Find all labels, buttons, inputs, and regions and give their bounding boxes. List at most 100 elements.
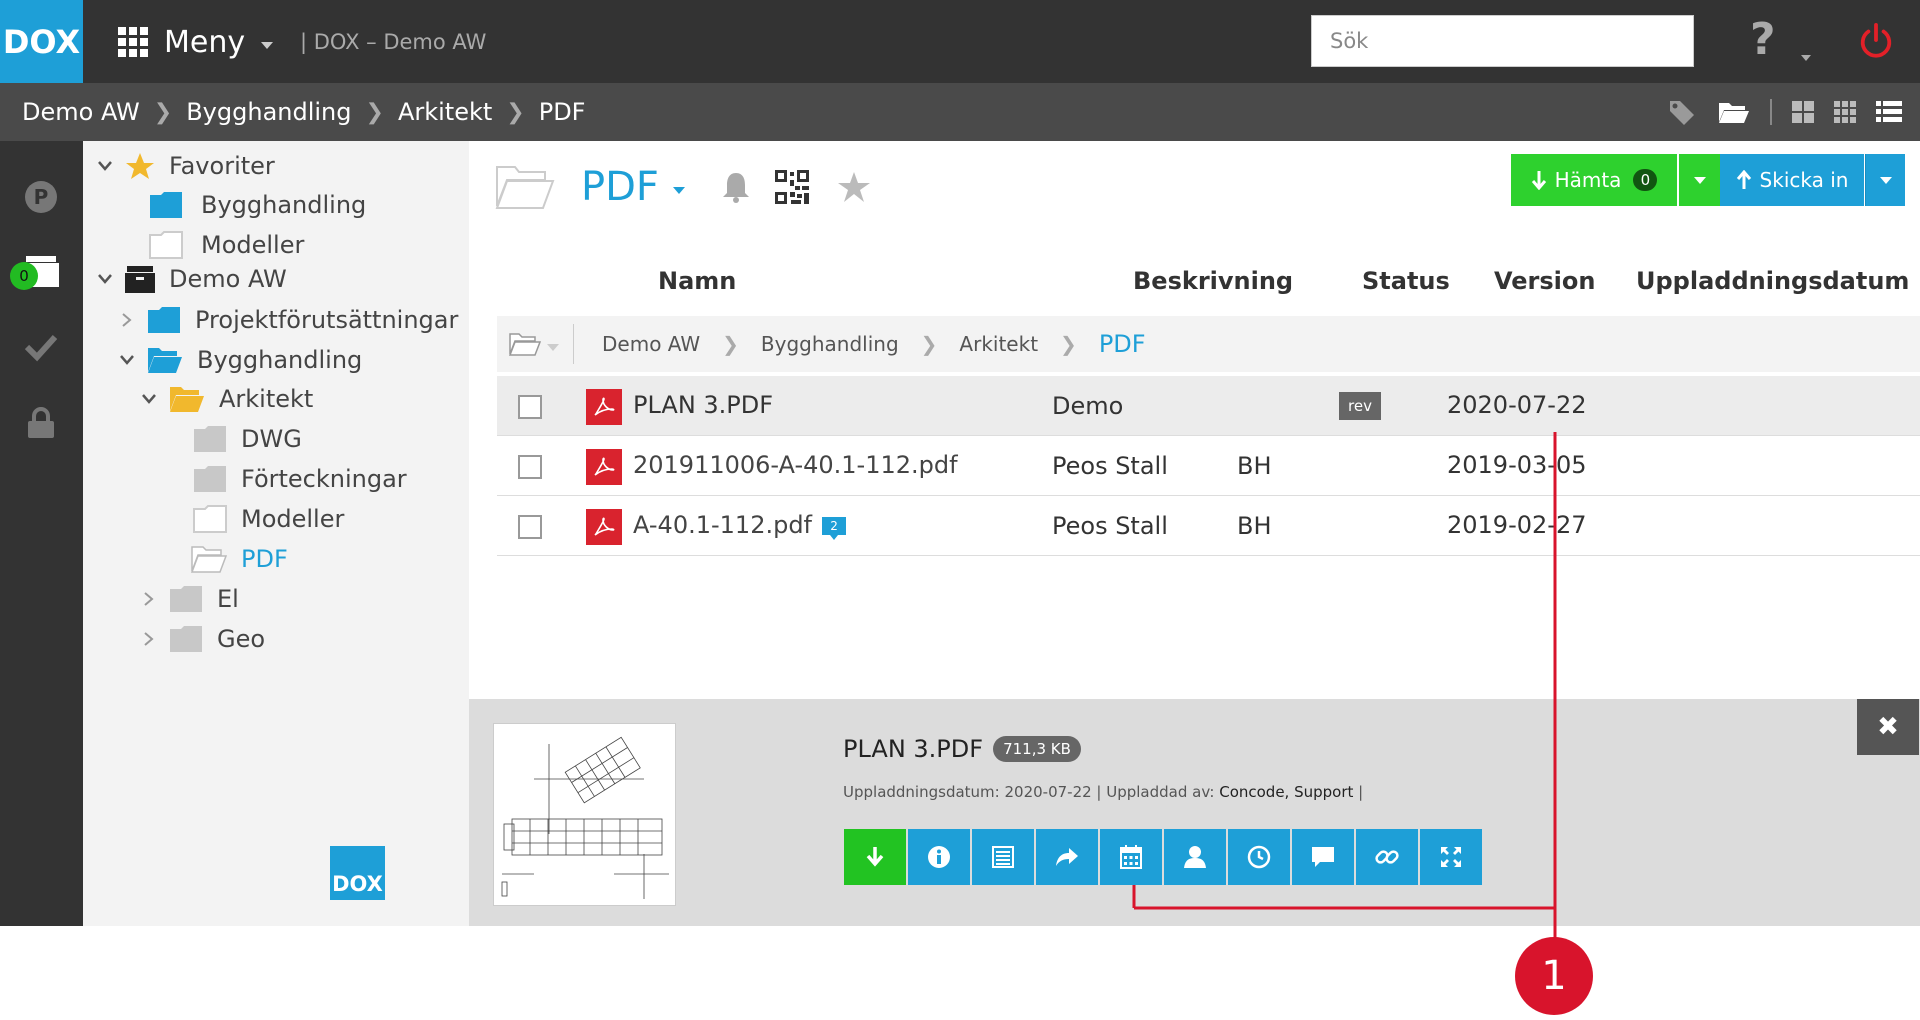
rail-item-tasks[interactable] bbox=[21, 327, 61, 367]
table-row[interactable]: 201911006-A-40.1-112.pdf Peos Stall BH 2… bbox=[497, 436, 1920, 496]
tree-item-pdf[interactable]: PDF bbox=[191, 539, 288, 579]
left-rail: P 0 bbox=[0, 141, 83, 926]
path-item[interactable]: Arkitekt bbox=[959, 332, 1038, 356]
row-checkbox[interactable] bbox=[518, 395, 542, 419]
tree-project[interactable]: Demo AW bbox=[97, 259, 287, 299]
folder-outline-icon bbox=[193, 505, 227, 533]
tree-favorites[interactable]: Favoriter bbox=[97, 146, 275, 186]
tree-label: DWG bbox=[241, 425, 302, 453]
chevron-right-icon[interactable] bbox=[119, 312, 135, 328]
folder-title[interactable]: PDF bbox=[581, 164, 659, 210]
history-button[interactable] bbox=[1228, 829, 1290, 885]
file-name[interactable]: 201911006-A-40.1-112.pdf bbox=[633, 451, 958, 479]
link-button[interactable] bbox=[1356, 829, 1418, 885]
chevron-down-icon[interactable] bbox=[119, 352, 135, 368]
app-name: | DOX – Demo AW bbox=[300, 30, 487, 54]
user-icon bbox=[1184, 846, 1206, 868]
help-chevron-down-icon[interactable] bbox=[1801, 55, 1811, 61]
details-button[interactable] bbox=[972, 829, 1034, 885]
tree-item-bygghandling[interactable]: Bygghandling bbox=[119, 340, 362, 380]
fullscreen-button[interactable] bbox=[1420, 829, 1482, 885]
breadcrumb: Demo AW ❯ Bygghandling ❯ Arkitekt ❯ PDF bbox=[22, 83, 585, 141]
preview-action-bar bbox=[844, 829, 1484, 885]
tree-item-modeller[interactable]: Modeller bbox=[193, 499, 344, 539]
breadcrumb-item[interactable]: PDF bbox=[539, 98, 586, 126]
help-icon[interactable]: ? bbox=[1750, 14, 1776, 65]
dox-footer-logo: DOX bbox=[330, 846, 385, 900]
path-folder-menu[interactable] bbox=[509, 332, 559, 356]
tree-label: PDF bbox=[241, 545, 288, 573]
tree-label: Bygghandling bbox=[197, 346, 363, 374]
qr-code-icon[interactable] bbox=[774, 170, 809, 204]
search-input[interactable] bbox=[1311, 15, 1694, 67]
file-thumbnail[interactable] bbox=[493, 723, 676, 906]
revision-badge[interactable]: rev bbox=[1339, 392, 1381, 420]
hamta-button[interactable]: Hämta 0 bbox=[1511, 154, 1677, 206]
tree-label: Favoriter bbox=[169, 152, 275, 180]
rail-item-locked[interactable] bbox=[21, 403, 61, 443]
tree-item-geo[interactable]: Geo bbox=[141, 619, 265, 659]
path-item[interactable]: Demo AW bbox=[602, 332, 700, 356]
tree-item-el[interactable]: El bbox=[141, 579, 239, 619]
tree-label: Bygghandling bbox=[201, 191, 367, 219]
tree-item-forteckningar[interactable]: Förteckningar bbox=[193, 459, 407, 499]
table-row[interactable]: PLAN 3.PDF Demo rev 2020-07-22 bbox=[497, 376, 1920, 436]
link-icon bbox=[1375, 850, 1399, 864]
chevron-down-icon[interactable] bbox=[141, 391, 157, 407]
chevron-down-icon[interactable] bbox=[97, 158, 113, 174]
tree-item-favorite-bygghandling[interactable]: Bygghandling bbox=[149, 185, 366, 225]
chevron-down-icon[interactable] bbox=[672, 186, 685, 194]
column-header-date[interactable]: Uppladdningsdatum bbox=[1636, 267, 1920, 295]
comment-count-badge[interactable]: 2 bbox=[822, 517, 847, 540]
close-preview-button[interactable]: ✖ bbox=[1857, 699, 1919, 755]
chevron-right-icon[interactable] bbox=[141, 591, 157, 607]
dox-logo[interactable]: DOX bbox=[0, 0, 83, 83]
info-button[interactable] bbox=[908, 829, 970, 885]
small-grid-icon[interactable] bbox=[1834, 101, 1856, 123]
file-name[interactable]: PLAN 3.PDF bbox=[633, 391, 773, 419]
row-checkbox[interactable] bbox=[518, 455, 542, 479]
download-button[interactable] bbox=[844, 829, 906, 885]
path-item-current[interactable]: PDF bbox=[1099, 330, 1146, 358]
tree-item-projektforutsattningar[interactable]: Projektförutsättningar bbox=[119, 300, 458, 340]
share-button[interactable] bbox=[1036, 829, 1098, 885]
bell-icon[interactable] bbox=[721, 171, 751, 203]
hamta-dropdown-button[interactable] bbox=[1679, 154, 1721, 206]
star-outline-icon[interactable] bbox=[837, 171, 871, 203]
skicka-in-button[interactable]: Skicka in bbox=[1720, 154, 1864, 206]
file-name-with-comments[interactable]: A-40.1-112.pdf 2 bbox=[633, 511, 847, 540]
table-row[interactable]: A-40.1-112.pdf 2 Peos Stall BH 2019-02-27 bbox=[497, 496, 1920, 556]
folder-icon bbox=[150, 192, 182, 218]
large-grid-icon[interactable] bbox=[1792, 101, 1814, 123]
chevron-down-icon bbox=[261, 41, 274, 49]
rail-item-projects[interactable]: P bbox=[21, 177, 61, 217]
chevron-right-icon[interactable] bbox=[141, 631, 157, 647]
column-header-version[interactable]: Version bbox=[1494, 267, 1595, 295]
tree-item-dwg[interactable]: DWG bbox=[193, 419, 302, 459]
path-bar: Demo AW ❯ Bygghandling ❯ Arkitekt ❯ PDF bbox=[497, 316, 1920, 372]
breadcrumb-item[interactable]: Arkitekt bbox=[398, 98, 492, 126]
tree-item-arkitekt[interactable]: Arkitekt bbox=[141, 379, 313, 419]
folder-open-icon[interactable] bbox=[1718, 100, 1750, 124]
menu-button[interactable]: Meny bbox=[118, 20, 274, 64]
column-header-name[interactable]: Namn bbox=[658, 267, 736, 295]
breadcrumb-item[interactable]: Demo AW bbox=[22, 98, 140, 126]
breadcrumb-item[interactable]: Bygghandling bbox=[186, 98, 351, 126]
row-checkbox[interactable] bbox=[518, 515, 542, 539]
info-icon bbox=[928, 846, 950, 868]
user-button[interactable] bbox=[1164, 829, 1226, 885]
tags-icon[interactable] bbox=[1668, 99, 1698, 125]
uploader-name[interactable]: Concode, Support bbox=[1219, 783, 1353, 801]
chevron-right-icon: ❯ bbox=[365, 99, 384, 125]
path-item[interactable]: Bygghandling bbox=[761, 332, 899, 356]
calendar-button[interactable] bbox=[1100, 829, 1162, 885]
skicka-dropdown-button[interactable] bbox=[1865, 154, 1905, 206]
star-icon bbox=[126, 153, 154, 179]
comment-button[interactable] bbox=[1292, 829, 1354, 885]
list-view-icon[interactable] bbox=[1876, 101, 1902, 123]
column-header-description[interactable]: Beskrivning bbox=[1133, 267, 1293, 295]
column-header-status[interactable]: Status bbox=[1362, 267, 1450, 295]
power-icon[interactable] bbox=[1857, 22, 1895, 60]
chevron-down-icon[interactable] bbox=[97, 271, 113, 287]
floor-plan-thumbnail bbox=[501, 736, 669, 899]
